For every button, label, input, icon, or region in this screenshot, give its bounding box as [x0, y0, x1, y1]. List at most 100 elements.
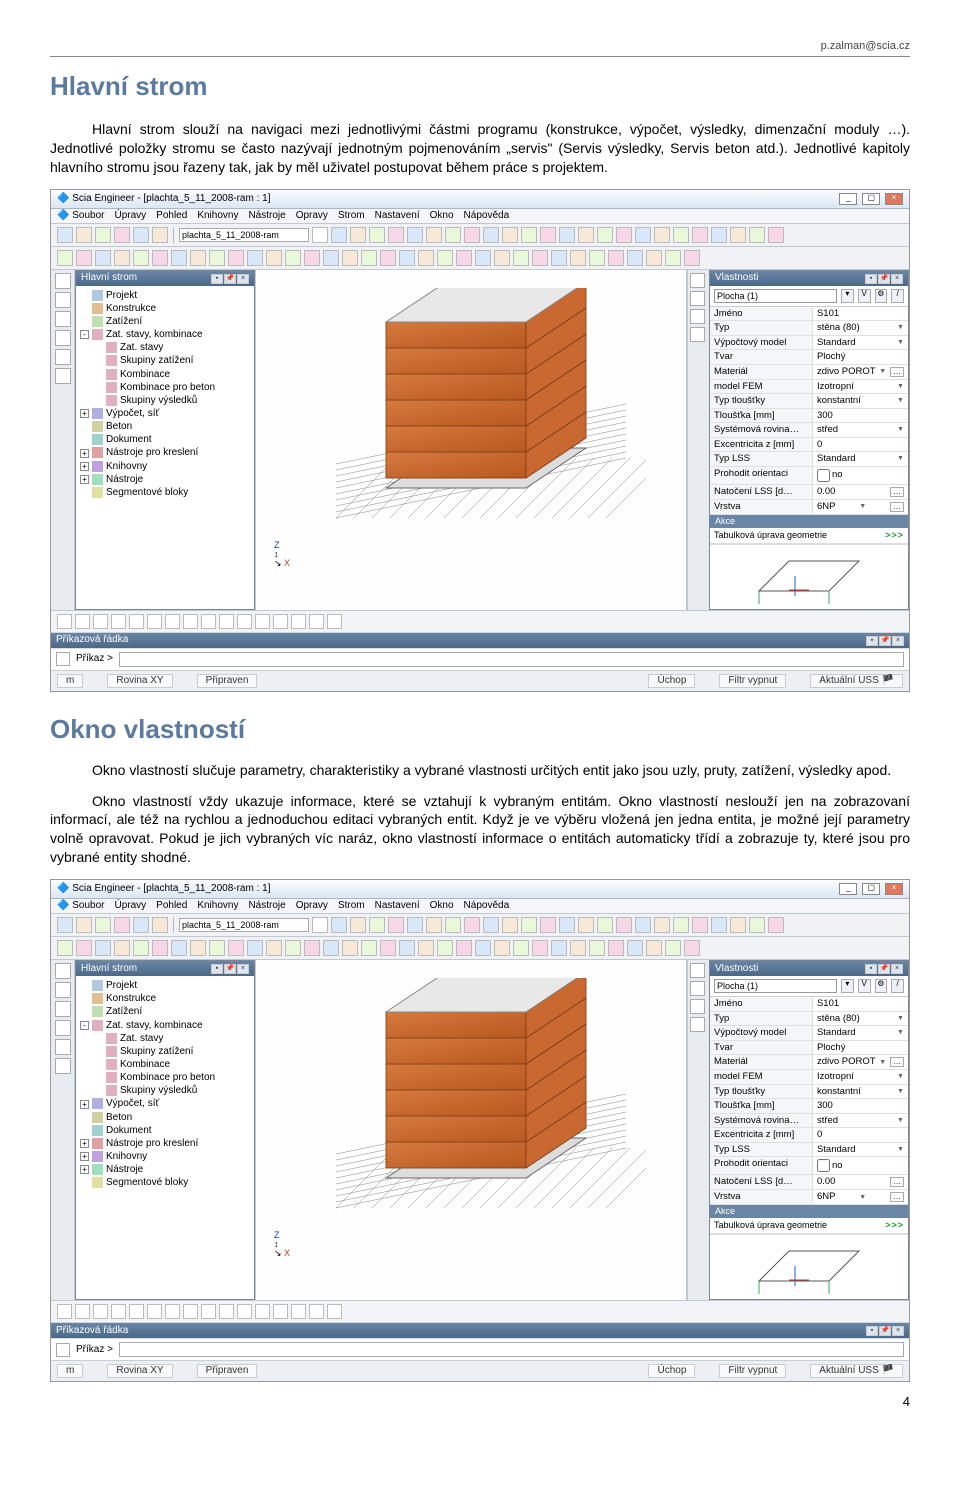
- panel-button[interactable]: 📌: [878, 274, 890, 284]
- rail-button[interactable]: [55, 292, 71, 308]
- toolbar-button[interactable]: [327, 614, 342, 629]
- rail-button[interactable]: [690, 1017, 705, 1032]
- property-value[interactable]: Izotropní▼: [813, 1070, 908, 1084]
- toolbar-button[interactable]: [114, 250, 130, 266]
- tree-node[interactable]: +Nástroje pro kreslení: [80, 1137, 250, 1150]
- panel-button[interactable]: ▪: [211, 274, 223, 284]
- maximize-button[interactable]: ▢: [862, 883, 880, 895]
- toolbar-button[interactable]: [76, 227, 92, 243]
- toolbar-button[interactable]: [483, 917, 499, 933]
- tree-node[interactable]: Konstrukce: [80, 302, 250, 315]
- property-value[interactable]: Izotropní▼: [813, 380, 908, 394]
- toolbar-button[interactable]: [266, 250, 282, 266]
- toolbar-button[interactable]: [331, 227, 347, 243]
- property-value[interactable]: 0.00…: [813, 1175, 908, 1189]
- toolbar-button[interactable]: [388, 227, 404, 243]
- tree-expand-icon[interactable]: +: [80, 1100, 89, 1109]
- menu-item[interactable]: Nastavení: [375, 210, 420, 221]
- toolbar-button[interactable]: [388, 917, 404, 933]
- toolbar-button[interactable]: [93, 1304, 108, 1319]
- toolbar-button[interactable]: [133, 917, 149, 933]
- toolbar-button[interactable]: [608, 940, 624, 956]
- status-snap[interactable]: Úchop: [648, 1364, 695, 1378]
- toolbar-button[interactable]: [76, 917, 92, 933]
- rail-button[interactable]: [55, 982, 71, 998]
- toolbar-button[interactable]: [597, 227, 613, 243]
- toolbar-button[interactable]: [183, 1304, 198, 1319]
- toolbar-button[interactable]: [255, 1304, 270, 1319]
- rail-button[interactable]: [55, 311, 71, 327]
- toolbar-button[interactable]: [171, 940, 187, 956]
- toolbar-button[interactable]: [559, 227, 575, 243]
- toolbar-button[interactable]: [616, 917, 632, 933]
- tree-node[interactable]: -Zat. stavy, kombinace: [80, 1019, 250, 1032]
- toolbar-button[interactable]: [426, 917, 442, 933]
- viewport[interactable]: Z↕↘ X: [255, 960, 687, 1300]
- status-snap[interactable]: Úchop: [648, 674, 695, 688]
- tree-node[interactable]: Segmentové bloky: [80, 1176, 250, 1189]
- menu-item[interactable]: Nastavení: [375, 900, 420, 911]
- menu-item[interactable]: Nástroje: [248, 210, 285, 221]
- toolbar-button[interactable]: [426, 227, 442, 243]
- command-input[interactable]: [119, 652, 904, 667]
- maximize-button[interactable]: ▢: [862, 193, 880, 205]
- toolbar-button[interactable]: [692, 917, 708, 933]
- toolbar-button[interactable]: [437, 940, 453, 956]
- toolbar-button[interactable]: [692, 227, 708, 243]
- dropdown-icon[interactable]: ▼: [897, 1073, 904, 1080]
- tree-expand-icon[interactable]: -: [80, 330, 89, 339]
- menu-item[interactable]: Okno: [430, 900, 454, 911]
- dropdown-icon[interactable]: ▼: [897, 397, 904, 404]
- minimize-button[interactable]: _: [839, 883, 857, 895]
- property-value[interactable]: S101: [813, 997, 908, 1011]
- tree-node[interactable]: Kombinace: [80, 368, 250, 381]
- menu-item[interactable]: Soubor: [72, 900, 104, 911]
- toolbar-button[interactable]: [407, 917, 423, 933]
- toolbar-button[interactable]: [75, 614, 90, 629]
- toolbar-button[interactable]: [578, 917, 594, 933]
- ellipsis-button[interactable]: …: [890, 487, 904, 497]
- toolbar-button[interactable]: [513, 940, 529, 956]
- property-value[interactable]: 300: [813, 1099, 908, 1113]
- toolbar-button[interactable]: [627, 940, 643, 956]
- command-icon[interactable]: [56, 1343, 70, 1357]
- toolbar-button[interactable]: [152, 917, 168, 933]
- toolbar-button[interactable]: [309, 614, 324, 629]
- tree-node[interactable]: Dokument: [80, 1124, 250, 1137]
- toolbar-button[interactable]: [654, 227, 670, 243]
- toolbar-button[interactable]: [237, 1304, 252, 1319]
- status-ucs[interactable]: Aktuální USS 🏴: [810, 674, 903, 688]
- panel-close-icon[interactable]: ×: [892, 1326, 904, 1336]
- dropdown-icon[interactable]: ▼: [897, 339, 904, 346]
- toolbar-button[interactable]: [559, 917, 575, 933]
- properties-selector[interactable]: [714, 979, 837, 993]
- close-button[interactable]: ×: [885, 193, 903, 205]
- toolbar-button[interactable]: [749, 917, 765, 933]
- tree-node[interactable]: Zatížení: [80, 1005, 250, 1018]
- rail-button[interactable]: [55, 368, 71, 384]
- status-filter[interactable]: Filtr vypnut: [719, 674, 786, 688]
- menu-item[interactable]: Pohled: [156, 900, 187, 911]
- toolbar-button[interactable]: [597, 917, 613, 933]
- tree-expand-icon[interactable]: +: [80, 462, 89, 471]
- tree-node[interactable]: Skupiny výsledků: [80, 1084, 250, 1097]
- toolbar-button[interactable]: [76, 940, 92, 956]
- toolbar-button[interactable]: [57, 940, 73, 956]
- panel-button[interactable]: 📌: [879, 636, 891, 646]
- panel-button[interactable]: ▪: [866, 1326, 878, 1336]
- tree-node[interactable]: +Knihovny: [80, 1150, 250, 1163]
- property-value[interactable]: stěna (80)▼: [813, 1012, 908, 1026]
- viewport[interactable]: Z↕↘ X: [255, 270, 687, 610]
- menu-item[interactable]: Okno: [430, 210, 454, 221]
- dropdown-icon[interactable]: ▼: [897, 324, 904, 331]
- toolbar-button[interactable]: [285, 250, 301, 266]
- toolbar-button[interactable]: [237, 614, 252, 629]
- property-value[interactable]: 6NP▼…: [813, 1190, 908, 1204]
- prop-tool-button[interactable]: ▾: [841, 979, 854, 993]
- dropdown-icon[interactable]: ▼: [897, 1088, 904, 1095]
- toolbar-button[interactable]: [445, 227, 461, 243]
- rail-button[interactable]: [690, 273, 705, 288]
- panel-button[interactable]: 📌: [879, 1326, 891, 1336]
- property-value[interactable]: Standard▼: [813, 1026, 908, 1040]
- prop-tool-button[interactable]: /: [891, 289, 904, 303]
